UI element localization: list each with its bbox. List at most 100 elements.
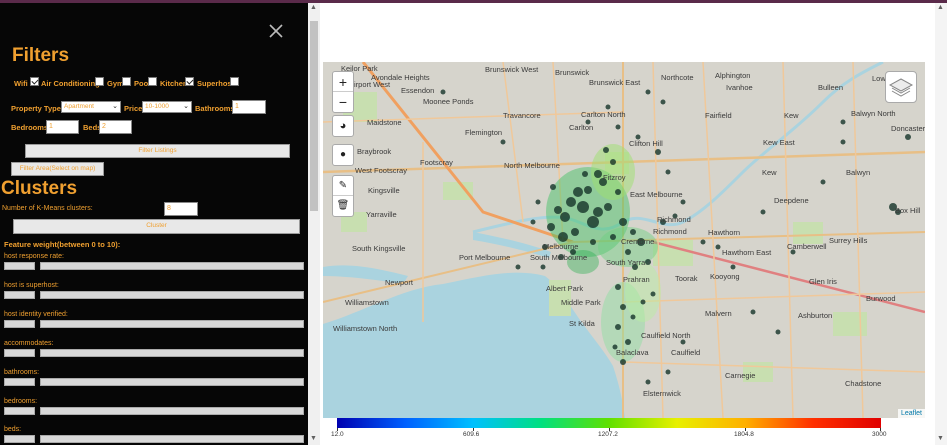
feature-weight-input[interactable]: [4, 378, 35, 386]
cluster-button[interactable]: Cluster: [13, 219, 300, 234]
amenity-label-superhost: Superhost: [197, 79, 235, 88]
kitchen-checkbox[interactable]: [185, 77, 194, 86]
feature-weight-input[interactable]: [4, 349, 35, 357]
map-label: St Kilda: [569, 319, 595, 328]
feature-weight-slider[interactable]: [40, 320, 304, 328]
map-label: Richmond: [653, 227, 687, 236]
layers-button[interactable]: [885, 71, 917, 103]
map-view[interactable]: Keilor Park Avondale Heights Brunswick W…: [323, 62, 925, 418]
attribution-link[interactable]: Leaflet: [897, 409, 925, 418]
price-value: 10-1000: [145, 103, 169, 110]
panel-scroll-thumb[interactable]: [310, 21, 318, 211]
feature-weight-slider[interactable]: [40, 349, 304, 357]
air-conditioning-checkbox[interactable]: [95, 77, 104, 86]
feature-weight-slider[interactable]: [40, 407, 304, 415]
filter-area-button[interactable]: Filter Area(Select on map): [11, 162, 104, 176]
edit-icon[interactable]: ✎: [333, 176, 353, 196]
map-label: Kew: [762, 168, 777, 177]
map-label: Elsternwick: [643, 389, 681, 398]
map-label: Carlton: [569, 123, 594, 132]
map-label: Doncaster: [891, 124, 925, 133]
map-label: Caulfield North: [641, 331, 691, 340]
map-label: Brunswick West: [485, 65, 539, 74]
scroll-up-icon[interactable]: ▲: [937, 4, 944, 11]
map-label: West Footscray: [355, 166, 407, 175]
map-label: Toorak: [675, 274, 698, 283]
kmeans-label: Number of K-Means clusters:: [2, 205, 93, 212]
gym-checkbox[interactable]: [122, 77, 131, 86]
scale-tick-label: 1804.8: [734, 431, 754, 438]
map-label: Port Melbourne: [459, 253, 511, 262]
feature-weight-slider[interactable]: [40, 435, 304, 443]
amenity-label-ac: Air Conditioning: [41, 79, 100, 88]
panel-scrollbar[interactable]: ▲ ▼: [308, 3, 320, 445]
feature-weight-slider[interactable]: [40, 262, 304, 270]
map-label: Kooyong: [710, 272, 740, 281]
scroll-down-icon[interactable]: ▼: [310, 435, 317, 443]
price-select[interactable]: 10-1000 ⌄: [142, 101, 192, 113]
kmeans-input[interactable]: 8: [164, 202, 198, 216]
map-label: Prahran: [623, 275, 650, 284]
beds-input[interactable]: 2: [99, 120, 132, 134]
scale-tick-label: 3000: [872, 431, 887, 438]
chevron-down-icon: ⌄: [183, 103, 189, 110]
property-type-label: Property Type: [11, 104, 61, 113]
filter-listings-button[interactable]: Filter Listings: [25, 144, 290, 158]
feature-weight-input[interactable]: [4, 262, 35, 270]
zoom-control: + −: [332, 71, 354, 113]
map-label: Brunswick East: [589, 78, 641, 87]
map-label: Melbourne: [543, 242, 579, 251]
bedrooms-input[interactable]: 1: [46, 120, 79, 134]
map-label: Kew East: [763, 138, 795, 147]
filters-heading: Filters: [12, 45, 70, 66]
map-label: Balwyn: [846, 168, 871, 177]
map-label: South Yarra: [606, 258, 646, 267]
map-label: Burwood: [866, 294, 896, 303]
trash-icon[interactable]: 🗑: [333, 196, 353, 216]
map-label: Ivanhoe: [726, 83, 753, 92]
property-type-select[interactable]: Apartment ⌄: [61, 101, 121, 113]
scale-tick-label: 609.6: [463, 431, 480, 438]
feature-weight-input[interactable]: [4, 291, 35, 299]
feature-label: bedrooms:: [4, 398, 38, 405]
zoom-in-button[interactable]: +: [333, 72, 353, 92]
wifi-checkbox[interactable]: [30, 77, 39, 86]
layers-icon: [888, 78, 914, 97]
feature-weight-input[interactable]: [4, 407, 35, 415]
polygon-icon[interactable]: ◕: [333, 116, 353, 136]
map-label: Box Hill: [895, 206, 921, 215]
feature-label: host response rate:: [4, 253, 64, 260]
superhost-checkbox[interactable]: [230, 77, 239, 86]
feature-weight-input[interactable]: [4, 435, 35, 443]
map-label: Maidstone: [367, 118, 402, 127]
page-scrollbar[interactable]: ▲ ▼: [935, 3, 947, 445]
map-label: Essendon: [401, 86, 435, 95]
feature-weight-slider[interactable]: [40, 291, 304, 299]
map-label: Northcote: [661, 73, 694, 82]
scroll-down-icon[interactable]: ▼: [937, 435, 944, 442]
map-label: Richmond: [657, 215, 691, 224]
zoom-out-button[interactable]: −: [333, 92, 353, 112]
feature-weight-input[interactable]: [4, 320, 35, 328]
map-label: Flemington: [465, 128, 503, 137]
map-label: Surrey Hills: [829, 236, 868, 245]
bathrooms-input[interactable]: 1: [232, 100, 266, 114]
circle-marker-icon[interactable]: ●: [333, 145, 353, 165]
map-label: Moonee Ponds: [423, 97, 474, 106]
draw-circle-control: ●: [332, 144, 354, 166]
map-label: Footscray: [420, 158, 453, 167]
scroll-up-icon[interactable]: ▲: [310, 4, 317, 12]
map-label: Bulleen: [818, 83, 844, 92]
map-label: Brunswick: [555, 68, 590, 77]
feature-weight-slider[interactable]: [40, 378, 304, 386]
feature-label: host is superhost:: [4, 282, 59, 289]
edit-control: ✎ 🗑: [332, 175, 354, 217]
map-label: Malvern: [705, 309, 732, 318]
pool-checkbox[interactable]: [148, 77, 157, 86]
map-label: Caulfield: [671, 348, 701, 357]
map-label: Chadstone: [845, 379, 882, 388]
map-label: Hawthorn: [708, 228, 741, 237]
map-label: Yarraville: [366, 210, 397, 219]
map-label: Airport West: [349, 80, 391, 89]
close-icon[interactable]: [268, 23, 284, 39]
